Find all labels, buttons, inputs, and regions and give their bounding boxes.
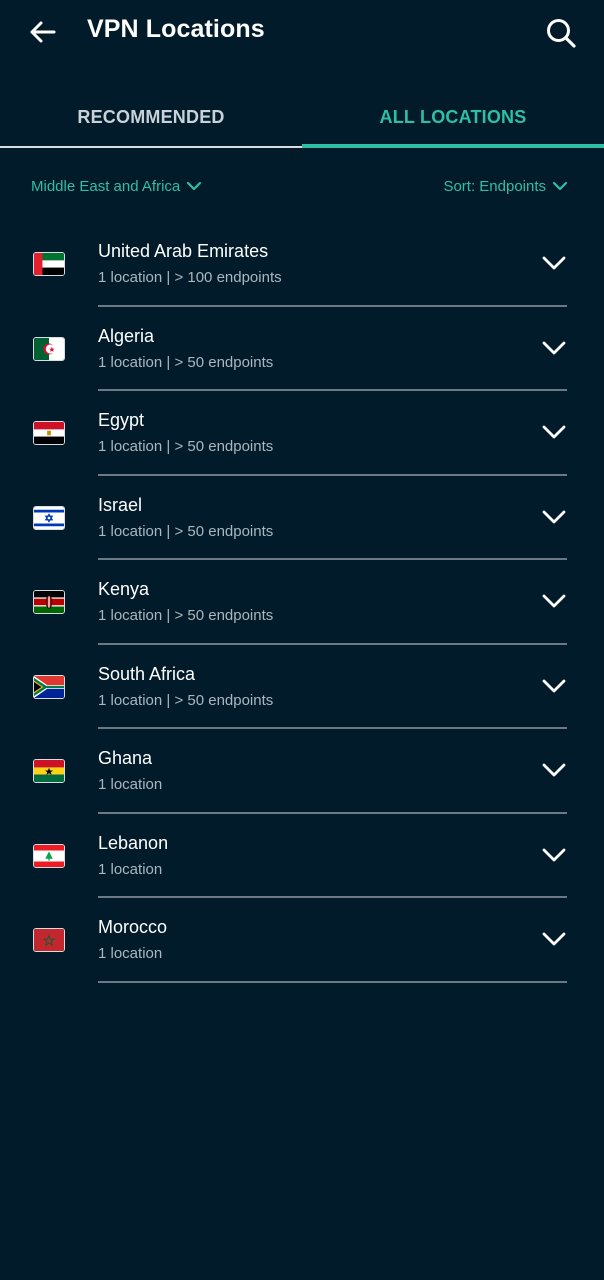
search-button[interactable] xyxy=(540,12,582,54)
region-filter-dropdown[interactable]: Middle East and Africa xyxy=(31,175,202,197)
chevron-down-icon xyxy=(542,594,566,608)
ghana-flag-icon xyxy=(33,759,65,783)
country-name: South Africa xyxy=(98,663,196,684)
morocco-flag-icon xyxy=(33,928,65,952)
expand-button[interactable] xyxy=(540,252,568,274)
app-screen: VPN Locations RECOMMENDED ALL LOCATIONS … xyxy=(0,0,604,1280)
list-item[interactable]: South Africa 1 location | > 50 endpoints xyxy=(0,645,604,729)
expand-button[interactable] xyxy=(540,337,568,359)
tab-active-indicator xyxy=(302,144,604,148)
sort-dropdown[interactable]: Sort: Endpoints xyxy=(443,175,568,197)
algeria-flag-icon xyxy=(33,336,65,361)
location-detail: 1 location | > 50 endpoints xyxy=(98,522,274,540)
tab-bar: RECOMMENDED ALL LOCATIONS xyxy=(0,88,604,148)
list-item[interactable]: United Arab Emirates 1 location | > 100 … xyxy=(0,222,604,307)
location-detail: 1 location | > 50 endpoints xyxy=(98,691,274,709)
country-name: Algeria xyxy=(98,325,155,346)
location-detail: 1 location xyxy=(98,860,163,878)
lebanon-flag-icon xyxy=(33,843,65,868)
expand-button[interactable] xyxy=(540,590,568,612)
expand-button[interactable] xyxy=(540,928,568,950)
header: VPN Locations xyxy=(0,0,604,66)
list-item[interactable]: Lebanon 1 location xyxy=(0,814,604,898)
country-name: Kenya xyxy=(98,579,150,599)
kenya-flag-icon xyxy=(33,590,65,614)
chevron-down-icon xyxy=(542,425,566,439)
divider xyxy=(98,980,567,983)
location-detail: 1 location | > 50 endpoints xyxy=(98,353,274,371)
tab-underline xyxy=(0,146,302,148)
sort-label: Sort: Endpoints xyxy=(443,177,546,195)
chevron-down-icon xyxy=(542,510,566,523)
location-detail: 1 location | > 50 endpoints xyxy=(98,607,274,624)
locations-list: United Arab Emirates 1 location | > 100 … xyxy=(0,222,604,983)
chevron-down-icon xyxy=(542,341,566,354)
location-detail: 1 location xyxy=(98,776,163,793)
arrow-left-icon xyxy=(30,21,56,43)
country-name: Israel xyxy=(98,494,143,515)
region-filter-label: Middle East and Africa xyxy=(31,177,181,195)
list-item[interactable]: Morocco 1 location xyxy=(0,898,604,983)
expand-button[interactable] xyxy=(540,844,568,866)
country-name: Egypt xyxy=(98,410,145,430)
tab-all-locations[interactable]: ALL LOCATIONS xyxy=(302,88,604,146)
chevron-down-icon xyxy=(542,848,566,861)
egypt-flag-icon xyxy=(33,421,65,445)
location-detail: 1 location | > 100 endpoints xyxy=(98,269,282,286)
country-name: Ghana xyxy=(98,748,153,768)
list-item[interactable]: Kenya 1 location | > 50 endpoints xyxy=(0,560,604,645)
country-name: Morocco xyxy=(98,917,168,937)
chevron-down-icon xyxy=(552,181,568,191)
chevron-down-icon xyxy=(187,181,202,191)
list-item[interactable]: Israel 1 location | > 50 endpoints xyxy=(0,476,604,560)
chevron-down-icon xyxy=(542,763,566,777)
location-detail: 1 location xyxy=(98,945,163,962)
chevron-down-icon xyxy=(542,256,566,270)
search-icon xyxy=(547,19,576,48)
south-africa-flag-icon xyxy=(33,674,65,699)
tab-recommended[interactable]: RECOMMENDED xyxy=(0,88,302,146)
expand-button[interactable] xyxy=(540,506,568,528)
page-title: VPN Locations xyxy=(87,15,265,43)
expand-button[interactable] xyxy=(540,675,568,697)
list-item[interactable]: Ghana 1 location xyxy=(0,729,604,814)
list-item[interactable]: Algeria 1 location | > 50 endpoints xyxy=(0,307,604,391)
expand-button[interactable] xyxy=(540,421,568,443)
location-detail: 1 location | > 50 endpoints xyxy=(98,438,274,455)
uae-flag-icon xyxy=(33,252,65,276)
chevron-down-icon xyxy=(542,679,566,692)
expand-button[interactable] xyxy=(540,759,568,781)
country-name: United Arab Emirates xyxy=(98,241,269,261)
list-item[interactable]: Egypt 1 location | > 50 endpoints xyxy=(0,391,604,476)
country-name: Lebanon xyxy=(98,832,169,853)
back-button[interactable] xyxy=(22,14,62,50)
israel-flag-icon xyxy=(33,505,65,530)
chevron-down-icon xyxy=(542,932,566,946)
